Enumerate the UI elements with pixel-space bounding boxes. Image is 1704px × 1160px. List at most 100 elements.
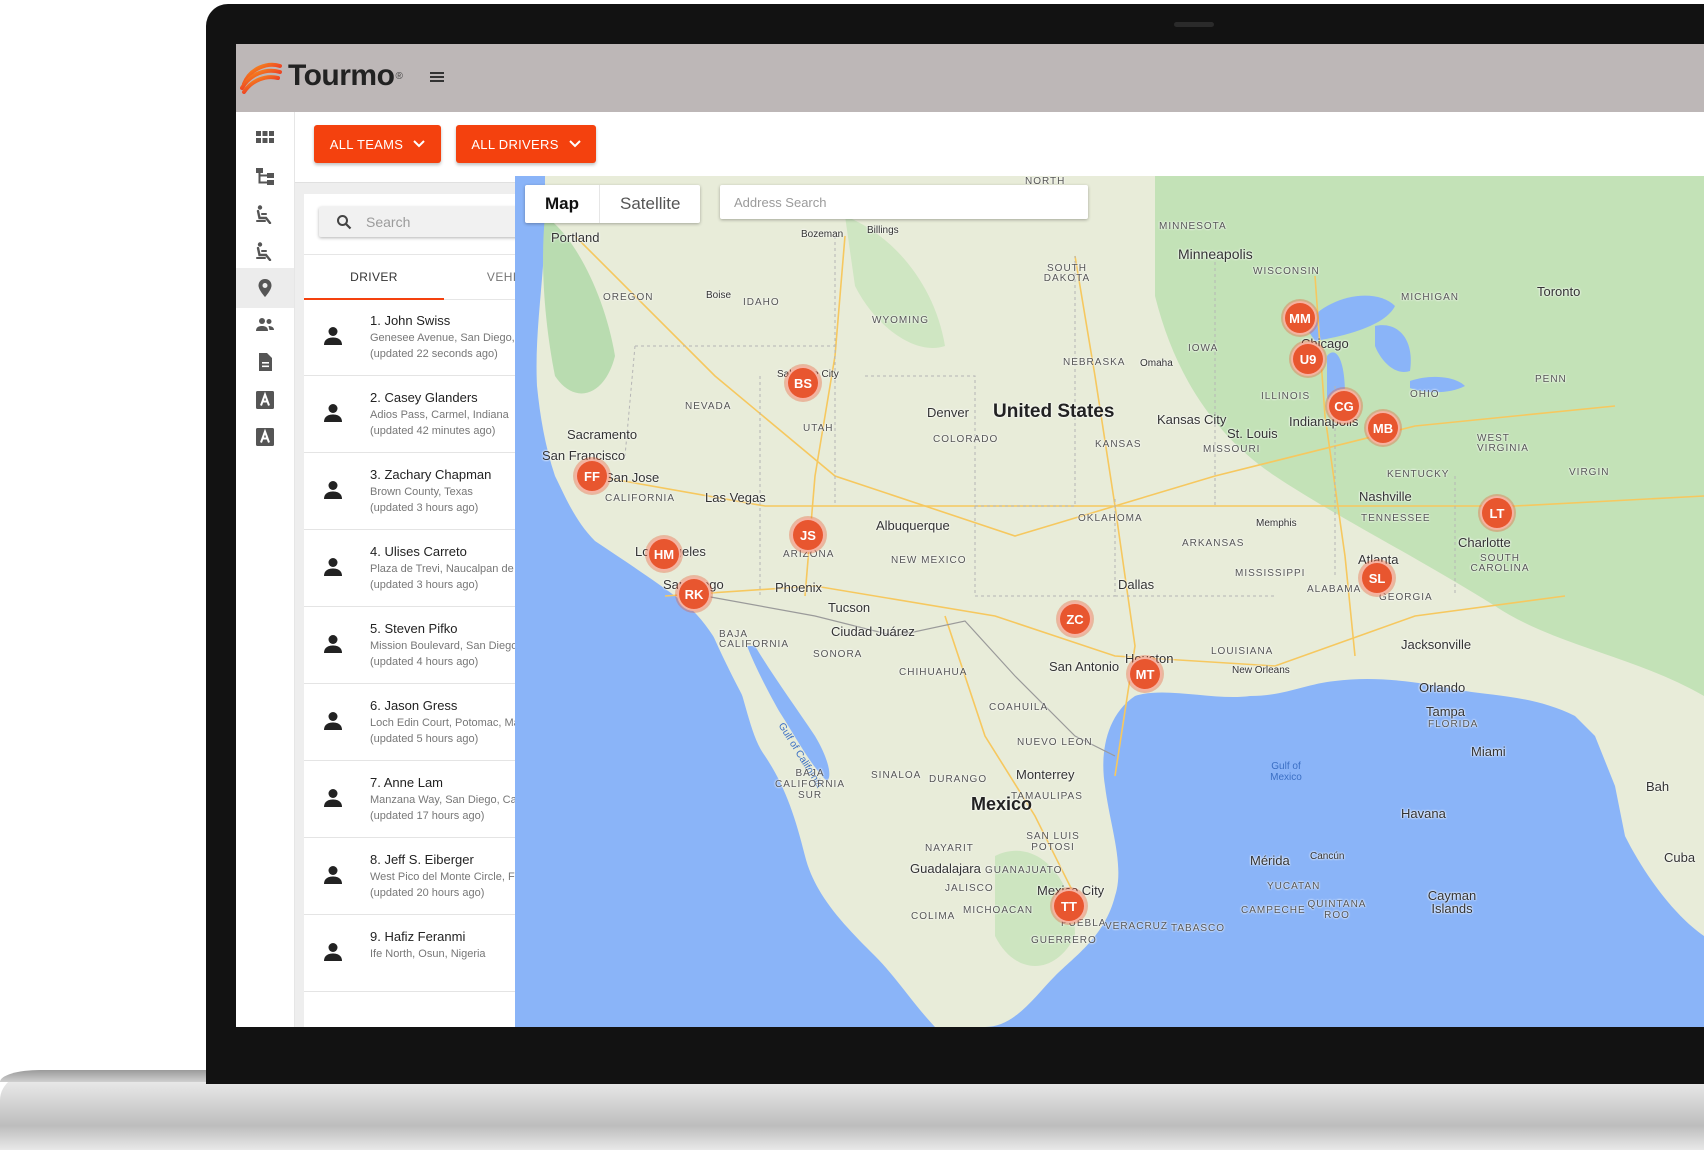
- driver-marker[interactable]: SL: [1360, 561, 1394, 595]
- nav-rail: [236, 112, 295, 1027]
- map-label: Dallas: [1118, 577, 1155, 592]
- dashboard-icon: [256, 131, 274, 143]
- map-label: MISSISSIPPI: [1235, 568, 1306, 579]
- nav-letter-a[interactable]: [236, 380, 294, 420]
- map-label: Billings: [867, 225, 899, 236]
- filter-bar: ALL TEAMS ALL DRIVERS: [295, 112, 1704, 183]
- map-label: Albuquerque: [876, 518, 950, 533]
- nav-hierarchy[interactable]: [236, 156, 294, 196]
- map-type-satellite-button[interactable]: Satellite: [600, 185, 700, 223]
- map-label: LOUISIANA: [1211, 646, 1274, 657]
- map-label: BAJA CALIFORNIA SUR: [774, 768, 845, 801]
- driver-updated: (updated 17 hours ago): [370, 810, 485, 822]
- driver-updated: (updated 3 hours ago): [370, 579, 479, 591]
- driver-marker[interactable]: ZC: [1058, 602, 1092, 636]
- nav-seat[interactable]: [236, 194, 294, 234]
- brand-registered-mark: ®: [395, 70, 403, 82]
- map-label: Cuba: [1664, 850, 1696, 865]
- nav-letter-a-alt[interactable]: [236, 417, 294, 457]
- map-label: SOUTH DAKOTA: [1043, 263, 1091, 284]
- driver-marker[interactable]: U9: [1291, 342, 1325, 376]
- app-header: Tourmo ®: [236, 44, 1704, 112]
- driver-marker[interactable]: JS: [791, 518, 825, 552]
- map-label: KENTUCKY: [1387, 469, 1450, 480]
- map-label: TENNESSEE: [1361, 513, 1431, 524]
- map-label: SONORA: [813, 649, 863, 660]
- driver-name: 4. Ulises Carreto: [370, 544, 467, 559]
- map-label: Minneapolis: [1178, 246, 1253, 262]
- driver-marker[interactable]: MB: [1366, 411, 1400, 445]
- app-screen: Tourmo ® ALL TEAMS ALL DRIVERS Search DR…: [236, 44, 1704, 1027]
- map-label: Bozeman: [801, 229, 844, 240]
- driver-marker[interactable]: RK: [677, 577, 711, 611]
- letter-a-alt-icon: [256, 428, 274, 446]
- nav-seat-alt[interactable]: [236, 231, 294, 271]
- map-type-toggle: Map Satellite: [525, 185, 701, 223]
- driver-updated: (updated 4 hours ago): [370, 656, 479, 668]
- tourmo-logo[interactable]: Tourmo ®: [240, 58, 403, 94]
- hamburger-icon: [430, 72, 444, 82]
- nav-dashboard[interactable]: [236, 118, 294, 158]
- map-label: NUEVO LEON: [1017, 737, 1093, 748]
- driver-marker[interactable]: BS: [786, 366, 820, 400]
- map-label: Toronto: [1537, 284, 1581, 299]
- map-type-map-button[interactable]: Map: [525, 185, 600, 223]
- address-search-input[interactable]: [732, 193, 1076, 211]
- map-label: Tampa: [1426, 704, 1466, 719]
- map-label: San Jose: [605, 470, 660, 485]
- map-label: Gulf of Mexico: [1270, 761, 1302, 783]
- map-label: Miami: [1471, 744, 1506, 759]
- driver-marker[interactable]: LT: [1480, 496, 1514, 530]
- map-label: WISCONSIN: [1253, 266, 1320, 277]
- driver-marker[interactable]: MM: [1283, 301, 1317, 335]
- search-icon: [337, 215, 352, 230]
- map-label: Ciudad Juárez: [831, 624, 915, 639]
- driver-updated: (updated 5 hours ago): [370, 733, 479, 745]
- nav-documents[interactable]: [236, 342, 294, 382]
- person-icon: [324, 327, 342, 345]
- map-label: VIRGIN: [1569, 467, 1610, 478]
- tab-driver[interactable]: DRIVER: [304, 255, 444, 299]
- driver-marker[interactable]: TT: [1052, 889, 1086, 923]
- map-label: NEW MEXICO: [891, 555, 967, 566]
- map-label: IDAHO: [743, 297, 780, 308]
- map-view[interactable]: Portland NORTH Bozeman Billings MINNESOT…: [515, 176, 1704, 1027]
- driver-name: 7. Anne Lam: [370, 775, 443, 790]
- all-drivers-label: ALL DRIVERS: [471, 136, 559, 152]
- driver-marker[interactable]: MT: [1128, 657, 1162, 691]
- map-label: NAYARIT: [925, 843, 974, 854]
- driver-marker[interactable]: CG: [1327, 389, 1361, 423]
- seat-icon: [256, 205, 272, 224]
- map-label: TABASCO: [1171, 923, 1226, 934]
- map-label: COLORADO: [933, 434, 999, 445]
- map-label: ALABAMA: [1307, 584, 1362, 595]
- map-label: OKLAHOMA: [1078, 513, 1143, 524]
- map-label: BAJA CALIFORNIA: [719, 629, 790, 650]
- map-label: MISSOURI: [1203, 444, 1261, 455]
- map-label: MINNESOTA: [1159, 221, 1227, 232]
- tourmo-logo-icon: [240, 62, 282, 94]
- map-label: GUANAJUATO: [985, 865, 1063, 876]
- map-label: Denver: [927, 405, 969, 420]
- driver-marker[interactable]: FF: [575, 459, 609, 493]
- all-teams-dropdown[interactable]: ALL TEAMS: [314, 125, 441, 163]
- map-label: QUINTANA ROO: [1307, 899, 1367, 921]
- nav-map-tracking[interactable]: [236, 268, 294, 308]
- document-icon: [259, 353, 272, 371]
- person-icon: [324, 558, 342, 576]
- driver-marker[interactable]: HM: [647, 537, 681, 571]
- map-label: KANSAS: [1095, 439, 1142, 450]
- nav-people[interactable]: [236, 305, 294, 345]
- brand-name: Tourmo: [288, 59, 395, 92]
- map-label: San Antonio: [1049, 659, 1120, 674]
- driver-name: 6. Jason Gress: [370, 698, 458, 713]
- all-drivers-dropdown[interactable]: ALL DRIVERS: [456, 125, 596, 163]
- map-label: Phoenix: [775, 580, 822, 595]
- map-label: OHIO: [1410, 389, 1440, 400]
- map-label: Las Vegas: [705, 490, 766, 505]
- map-label: NEBRASKA: [1063, 357, 1126, 368]
- map-label: Guadalajara: [910, 861, 981, 876]
- map-pin-icon: [258, 279, 272, 297]
- hamburger-menu-button[interactable]: [426, 66, 448, 88]
- seat-alt-icon: [256, 242, 272, 261]
